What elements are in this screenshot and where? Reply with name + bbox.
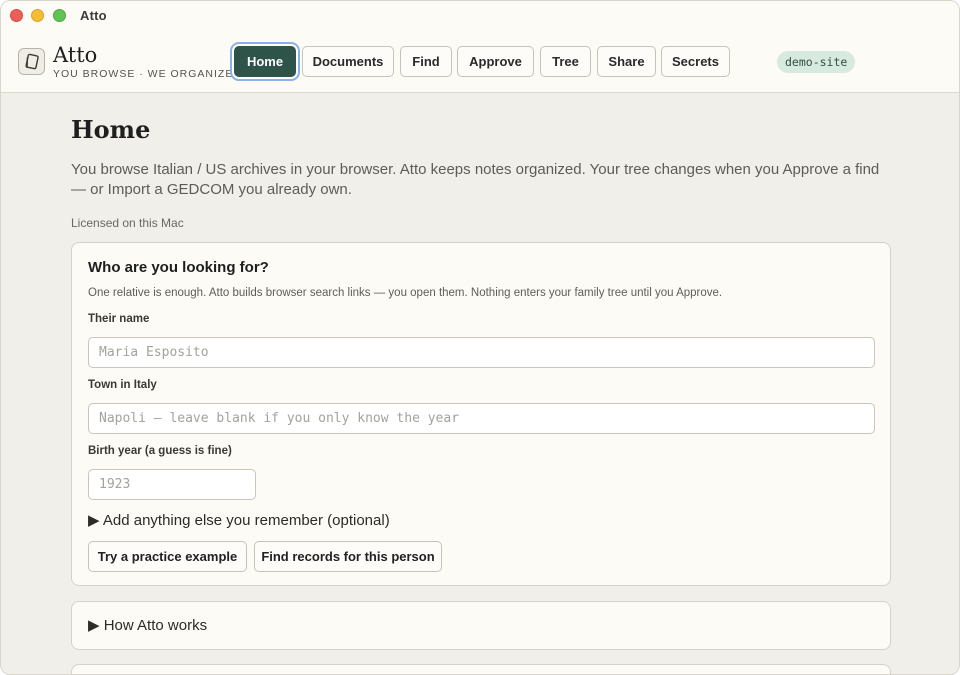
nav-find[interactable]: Find <box>400 46 452 77</box>
birth-year-label: Birth year (a guess is fine) <box>88 445 232 457</box>
site-badge: demo-site <box>777 51 856 73</box>
town-input[interactable] <box>88 403 875 434</box>
nav-tree[interactable]: Tree <box>540 46 591 77</box>
search-card: Who are you looking for? One relative is… <box>71 242 891 586</box>
nav-approve[interactable]: Approve <box>457 46 534 77</box>
license-status: Licensed on this Mac <box>71 216 184 230</box>
app-window: Atto Atto YOU BROWSE · WE ORGANIZE Home … <box>0 0 960 675</box>
title-bar: Atto <box>1 1 959 31</box>
brand-name: Atto <box>53 43 98 67</box>
page-title: Home <box>71 115 151 144</box>
birth-year-input[interactable] <box>88 469 256 500</box>
find-records-button[interactable]: Find records for this person <box>254 541 442 572</box>
how-it-works-card[interactable]: ▶ How Atto works <box>71 601 891 650</box>
brand-tagline: YOU BROWSE · WE ORGANIZE <box>53 68 234 80</box>
nav-home[interactable]: Home <box>234 46 296 77</box>
nav-secrets[interactable]: Secrets <box>661 46 730 77</box>
notebook-icon <box>18 48 45 75</box>
maximize-window-button[interactable] <box>53 9 66 22</box>
how-it-works-toggle[interactable]: ▶ How Atto works <box>88 616 207 634</box>
name-label: Their name <box>88 313 150 325</box>
next-card <box>71 664 891 674</box>
nav-documents[interactable]: Documents <box>302 46 394 77</box>
window-title: Atto <box>80 8 107 23</box>
more-details-toggle[interactable]: ▶ Add anything else you remember (option… <box>88 511 390 529</box>
name-input[interactable] <box>88 337 875 368</box>
search-card-subtitle: One relative is enough. Atto builds brow… <box>88 287 723 299</box>
intro-text: You browse Italian / US archives in your… <box>71 161 880 198</box>
close-window-button[interactable] <box>10 9 23 22</box>
town-label: Town in Italy <box>88 379 157 391</box>
practice-example-button[interactable]: Try a practice example <box>88 541 247 572</box>
nav-share[interactable]: Share <box>597 46 656 77</box>
search-card-title: Who are you looking for? <box>88 259 269 276</box>
app-header: Atto YOU BROWSE · WE ORGANIZE Home Docum… <box>1 31 959 93</box>
minimize-window-button[interactable] <box>31 9 44 22</box>
